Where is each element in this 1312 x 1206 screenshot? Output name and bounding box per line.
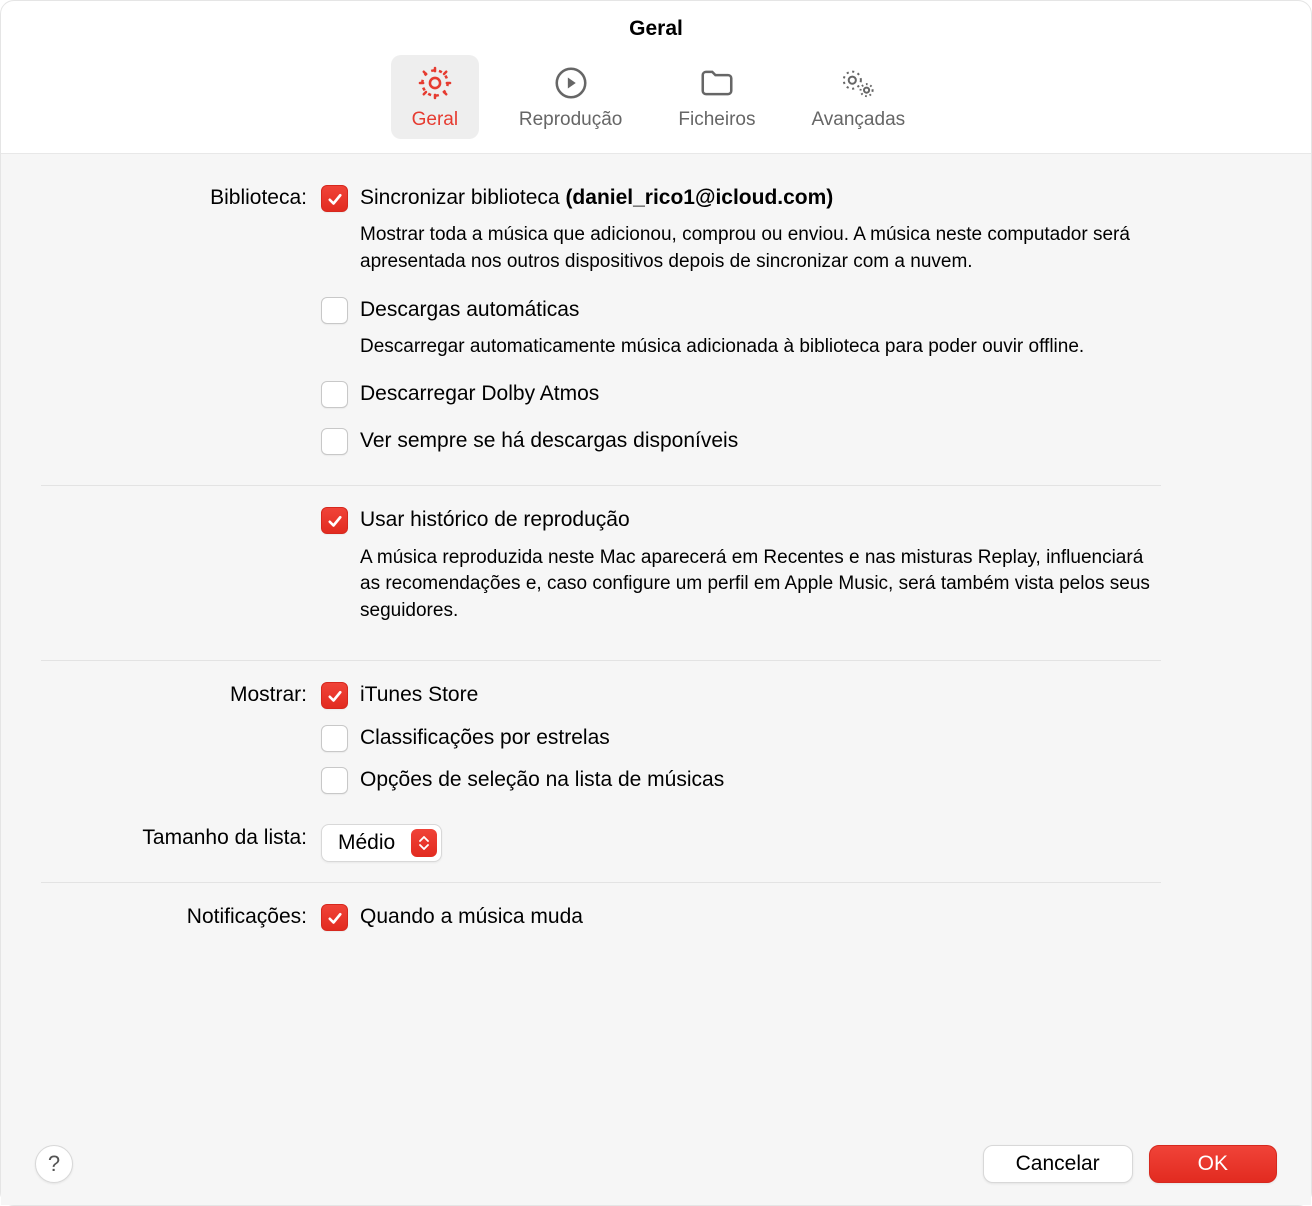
checkbox-sync-library[interactable] [321, 185, 348, 212]
tab-label: Geral [412, 109, 458, 131]
ok-button[interactable]: OK [1149, 1145, 1277, 1183]
checkbox-auto-downloads[interactable] [321, 297, 348, 324]
sync-library-description: Mostrar toda a música que adicionou, com… [360, 222, 1161, 275]
tab-general[interactable]: Geral [391, 55, 479, 139]
cancel-button[interactable]: Cancelar [983, 1145, 1133, 1183]
tab-advanced[interactable]: Avançadas [795, 55, 921, 139]
dolby-atmos-label: Descarregar Dolby Atmos [360, 380, 599, 408]
checkbox-dolby-atmos[interactable] [321, 381, 348, 408]
window-header: Geral Geral Reprodução Ficheiros [1, 1, 1311, 154]
auto-downloads-description: Descarregar automaticamente música adici… [360, 334, 1161, 361]
toolbar: Geral Reprodução Ficheiros Avançadas [1, 55, 1311, 154]
play-icon [551, 63, 591, 103]
chevron-up-down-icon [411, 829, 437, 857]
divider [41, 660, 1161, 661]
check-downloads-label: Ver sempre se há descargas disponíveis [360, 427, 738, 455]
divider [41, 882, 1161, 883]
use-history-description: A música reproduzida neste Mac aparecerá… [360, 545, 1161, 625]
section-label-show: Mostrar: [41, 681, 321, 707]
tab-label: Reprodução [519, 109, 623, 131]
checkbox-check-downloads[interactable] [321, 428, 348, 455]
song-change-label: Quando a música muda [360, 903, 583, 931]
tab-playback[interactable]: Reprodução [503, 55, 639, 139]
sync-library-label: Sincronizar biblioteca (daniel_rico1@icl… [360, 184, 833, 212]
section-label-library: Biblioteca: [41, 184, 321, 210]
tab-label: Avançadas [811, 109, 905, 131]
list-size-section: Tamanho da lista: Médio [41, 824, 1161, 862]
tab-label: Ficheiros [678, 109, 755, 131]
show-section: Mostrar: iTunes Store Classificações por… [41, 681, 1161, 808]
preferences-window: Geral Geral Reprodução Ficheiros [0, 0, 1312, 1206]
list-size-value: Médio [338, 831, 395, 855]
tab-files[interactable]: Ficheiros [662, 55, 771, 139]
footer: ? Cancelar OK [1, 1123, 1311, 1205]
checkbox-list-selection[interactable] [321, 767, 348, 794]
itunes-store-label: iTunes Store [360, 681, 478, 709]
help-button[interactable]: ? [35, 1145, 73, 1183]
divider [41, 485, 1161, 486]
library-section: Biblioteca: Sincronizar biblioteca (dani… [41, 184, 1161, 469]
section-label-notifications: Notificações: [41, 903, 321, 929]
notifications-section: Notificações: Quando a música muda [41, 903, 1161, 941]
checkbox-song-change[interactable] [321, 904, 348, 931]
checkbox-star-ratings[interactable] [321, 725, 348, 752]
auto-downloads-label: Descargas automáticas [360, 296, 579, 324]
gears-icon [838, 63, 878, 103]
list-selection-label: Opções de seleção na lista de músicas [360, 766, 724, 794]
list-size-select[interactable]: Médio [321, 824, 442, 862]
section-label-list-size: Tamanho da lista: [41, 824, 321, 850]
history-section: Usar histórico de reprodução A música re… [41, 506, 1161, 644]
gear-icon [415, 63, 455, 103]
checkbox-use-history[interactable] [321, 507, 348, 534]
checkbox-itunes-store[interactable] [321, 682, 348, 709]
window-title: Geral [1, 17, 1311, 41]
folder-icon [697, 63, 737, 103]
use-history-label: Usar histórico de reprodução [360, 506, 630, 534]
star-ratings-label: Classificações por estrelas [360, 724, 610, 752]
content-area: Biblioteca: Sincronizar biblioteca (dani… [1, 154, 1311, 1123]
